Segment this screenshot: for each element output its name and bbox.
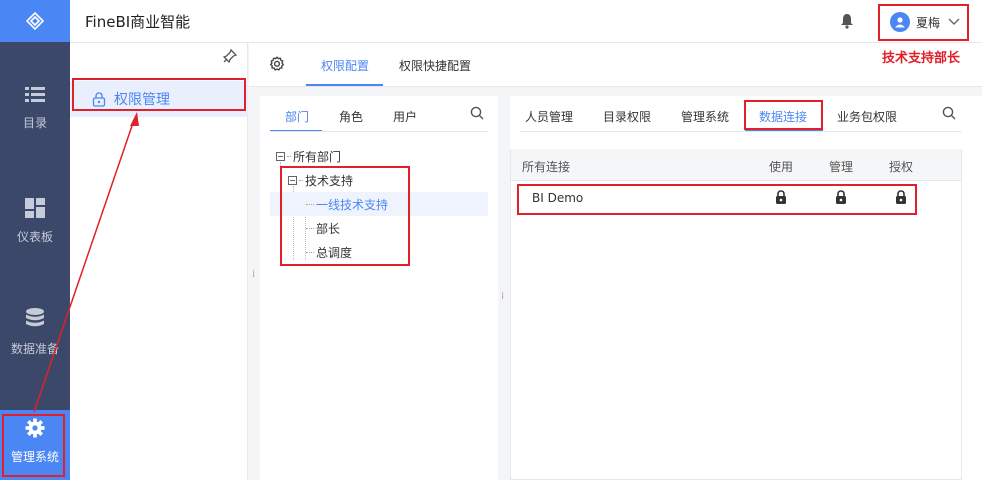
annotation-arrow bbox=[33, 112, 139, 413]
